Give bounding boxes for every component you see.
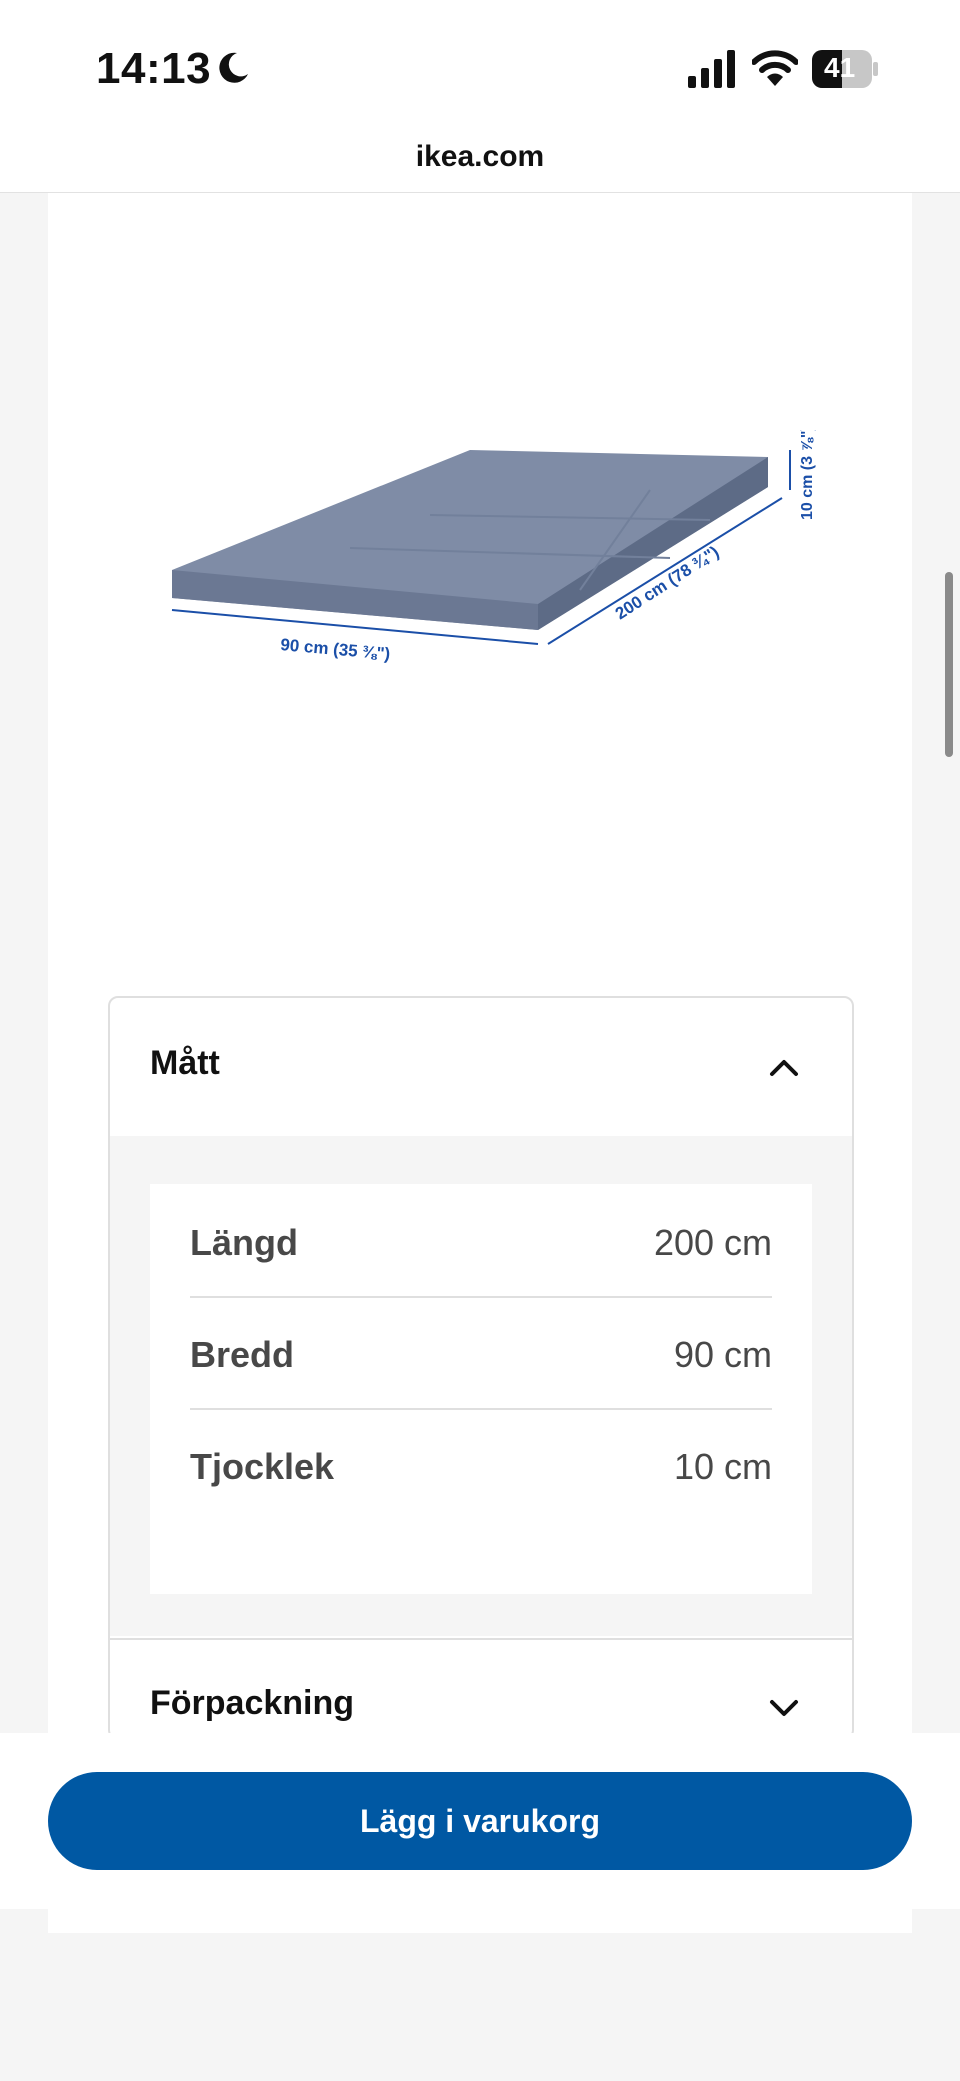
- spec-value: 200 cm: [653, 1222, 772, 1263]
- status-bar: 14:13 41: [0, 0, 960, 120]
- mattress-product-image: 90 cm (35 ⅜") 200 cm (78 ¾") 10 cm (3 ⅞"…: [171, 430, 816, 664]
- dimension-thickness-label: 10 cm (3 ⅞"): [799, 430, 816, 520]
- spec-label: Bredd: [190, 1334, 295, 1375]
- forpackning-accordion-header[interactable]: Förpackning: [110, 1640, 852, 1738]
- spec-row: Bredd 90 cm: [190, 1296, 772, 1410]
- spec-row: Längd 200 cm: [190, 1184, 772, 1298]
- dimensions-table: Längd 200 cm Bredd 90 cm Tjocklek 10 cm: [150, 1184, 812, 1594]
- spec-value: 90 cm: [673, 1334, 772, 1375]
- forpackning-title: Förpackning: [150, 1684, 355, 1722]
- moon-icon: [219, 52, 248, 83]
- battery-level: 41: [824, 52, 856, 83]
- status-time: 14:13: [96, 44, 212, 93]
- scrollbar-thumb[interactable]: [945, 572, 953, 757]
- spec-label: Längd: [190, 1222, 298, 1263]
- signal-icon: [688, 50, 735, 88]
- matt-accordion-header[interactable]: Mått: [110, 998, 852, 1136]
- chevron-up-icon[interactable]: [766, 1050, 802, 1086]
- product-details-accordion: Mått Längd 200 cm Bredd 90 cm Tjocklek 1…: [108, 996, 854, 1740]
- spec-value: 10 cm: [673, 1446, 772, 1487]
- matt-title: Mått: [150, 1044, 220, 1082]
- spec-label: Tjocklek: [190, 1446, 335, 1487]
- wifi-icon: [752, 50, 798, 86]
- add-to-cart-button[interactable]: Lägg i varukorg: [48, 1772, 912, 1870]
- url-text[interactable]: ikea.com: [0, 140, 960, 174]
- add-to-cart-label: Lägg i varukorg: [359, 1803, 601, 1839]
- matt-accordion-body: Längd 200 cm Bredd 90 cm Tjocklek 10 cm: [110, 1136, 852, 1636]
- spec-row: Tjocklek 10 cm: [190, 1408, 772, 1520]
- chevron-down-icon[interactable]: [766, 1690, 802, 1726]
- dimension-width-label: 90 cm (35 ⅜"): [280, 635, 391, 664]
